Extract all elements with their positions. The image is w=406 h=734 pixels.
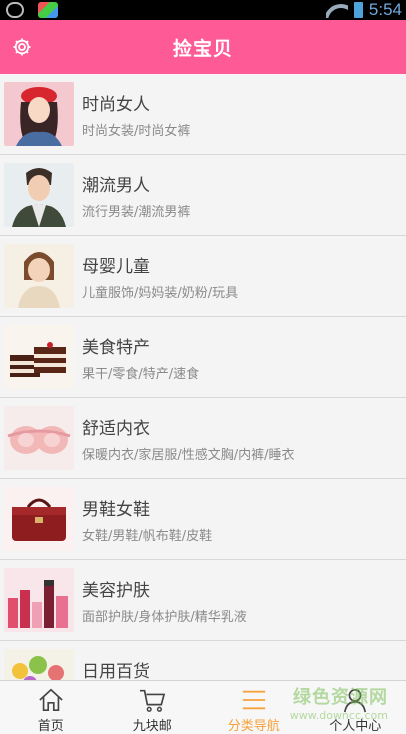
bottom-nav: 首页 九块邮 分类导航 个人中心 — [0, 680, 406, 734]
gear-icon[interactable] — [12, 37, 32, 57]
category-subtitle: 面部护肤/身体护肤/精华乳液 — [82, 610, 247, 625]
category-title: 潮流男人 — [82, 176, 150, 196]
category-subtitle: 保暖内衣/家居服/性感文胸/内裤/睡衣 — [82, 448, 295, 463]
category-title: 母婴儿童 — [82, 257, 150, 277]
category-item-fashion-man[interactable]: 潮流男人 流行男装/潮流男裤 — [0, 155, 406, 236]
category-subtitle: 女鞋/男鞋/帆布鞋/皮鞋 — [82, 529, 213, 544]
category-title: 美食特产 — [82, 338, 150, 358]
app-notification-icon — [38, 2, 58, 18]
category-title: 美容护肤 — [82, 581, 150, 601]
child-thumbnail — [4, 244, 74, 308]
nav-profile[interactable]: 个人中心 — [305, 681, 406, 734]
category-item-food[interactable]: 美食特产 果干/零食/特产/速食 — [0, 317, 406, 398]
fashion-man-thumbnail — [4, 163, 74, 227]
home-icon — [39, 688, 63, 712]
category-subtitle: 儿童服饰/妈妈装/奶粉/玩具 — [82, 286, 239, 301]
nav-label: 分类导航 — [227, 719, 280, 734]
category-item-shoes[interactable]: 男鞋女鞋 女鞋/男鞋/帆布鞋/皮鞋 — [0, 479, 406, 560]
category-item-underwear[interactable]: 舒适内衣 保暖内衣/家居服/性感文胸/内裤/睡衣 — [0, 398, 406, 479]
cake-thumbnail — [4, 325, 74, 389]
bra-thumbnail — [4, 406, 74, 470]
category-subtitle: 时尚女装/时尚女裤 — [82, 124, 191, 139]
nav-label: 个人中心 — [329, 719, 382, 734]
user-icon — [344, 688, 367, 713]
battery-icon — [353, 2, 363, 18]
cosmetics-thumbnail — [4, 568, 74, 632]
nav-label: 九块邮 — [132, 719, 172, 734]
handbag-thumbnail — [4, 487, 74, 551]
category-item-fashion-woman[interactable]: 时尚女人 时尚女装/时尚女裤 — [0, 74, 406, 155]
cart-icon — [140, 689, 166, 712]
category-list[interactable]: 时尚女人 时尚女装/时尚女裤 潮流男人 流行男装/潮流男裤 母婴儿童 儿童服饰/… — [0, 74, 406, 680]
category-item-child[interactable]: 母婴儿童 儿童服饰/妈妈装/奶粉/玩具 — [0, 236, 406, 317]
wifi-icon — [326, 2, 348, 18]
nav-jiukuaiyou[interactable]: 九块邮 — [102, 681, 204, 734]
page-title: 捡宝贝 — [172, 37, 233, 60]
nav-label: 首页 — [37, 719, 64, 734]
nav-home[interactable]: 首页 — [0, 681, 102, 734]
category-title: 男鞋女鞋 — [82, 500, 150, 520]
category-item-beauty[interactable]: 美容护肤 面部护肤/身体护肤/精华乳液 — [0, 560, 406, 641]
list-icon — [242, 690, 265, 710]
category-title: 舒适内衣 — [82, 419, 150, 439]
category-title: 日用百货 — [82, 662, 150, 680]
status-bar: 5:54 — [0, 0, 406, 20]
flowers-thumbnail — [4, 649, 74, 680]
category-item-household[interactable]: 日用百货 — [0, 641, 406, 680]
category-subtitle: 果干/零食/特产/速食 — [82, 367, 200, 382]
category-title: 时尚女人 — [82, 95, 150, 115]
app-header: 捡宝贝 — [0, 20, 406, 74]
fashion-woman-thumbnail — [4, 82, 74, 146]
notification-icon — [6, 2, 24, 18]
status-time: 5:54 — [368, 0, 402, 19]
nav-category[interactable]: 分类导航 — [203, 681, 305, 734]
category-subtitle: 流行男装/潮流男裤 — [82, 205, 191, 220]
